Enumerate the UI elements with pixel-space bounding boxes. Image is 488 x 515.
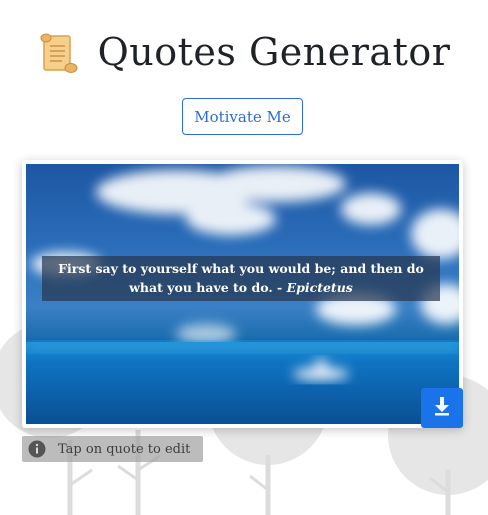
quote-body: First say to yourself what you would be;… [58, 261, 424, 295]
hint-text: Tap on quote to edit [58, 441, 191, 457]
scroll-icon [38, 30, 80, 74]
quote-card: First say to yourself what you would be;… [22, 160, 463, 428]
quote-author: Epictetus [286, 280, 353, 295]
info-icon [28, 440, 46, 458]
download-icon [433, 396, 451, 420]
page-title: Quotes Generator [97, 30, 451, 74]
download-button[interactable] [421, 388, 463, 428]
quote-text[interactable]: First say to yourself what you would be;… [42, 256, 440, 301]
edit-hint: Tap on quote to edit [22, 436, 203, 462]
app-header: Quotes Generator [0, 22, 488, 82]
quote-background-image: First say to yourself what you would be;… [26, 164, 459, 424]
motivate-me-button[interactable]: Motivate Me [182, 98, 303, 135]
